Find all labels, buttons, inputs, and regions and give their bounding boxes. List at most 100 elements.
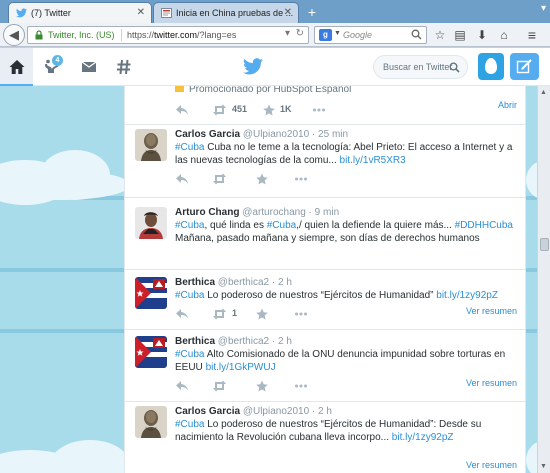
address-bar[interactable]: Twitter, Inc. (US) https://twitter.com/?… xyxy=(27,26,309,44)
site-identity[interactable]: Twitter, Inc. (US) xyxy=(48,30,115,40)
divider xyxy=(121,29,122,41)
url-link[interactable]: bit.ly/1zy92pZ xyxy=(436,290,498,301)
search-engine-dropdown-icon[interactable]: ▼ xyxy=(334,30,341,37)
back-button[interactable]: ◀ xyxy=(3,24,25,46)
retweet-count: 451 xyxy=(232,104,248,114)
avatar[interactable] xyxy=(135,129,167,161)
browser-tab-news[interactable]: Inicia en China pruebas de ... ✕ xyxy=(153,2,299,23)
twitter-bird-logo-icon[interactable] xyxy=(243,58,263,75)
favorite-star-icon[interactable] xyxy=(255,308,269,320)
tweet-timestamp[interactable]: 2 h xyxy=(278,336,292,347)
bookmarks-menu-icon[interactable]: ▤ xyxy=(452,27,468,43)
history-dropdown-icon[interactable]: ▾ xyxy=(285,28,290,39)
more-options-icon[interactable] xyxy=(294,173,308,185)
tweet-author-name[interactable]: Carlos Garcia xyxy=(175,406,240,417)
hashtag-link[interactable]: #DDHHCuba xyxy=(455,220,513,231)
expand-link[interactable]: Abrir xyxy=(498,100,517,110)
reply-icon[interactable] xyxy=(175,308,189,320)
url-link[interactable]: bit.ly/1GkPWUJ xyxy=(206,362,276,373)
hashtag-link[interactable]: #Cuba xyxy=(175,349,204,360)
tweet-timestamp[interactable]: 25 min xyxy=(318,129,348,140)
tweet-author-handle[interactable]: @Ulpiano2010 xyxy=(243,129,309,140)
avatar[interactable] xyxy=(135,207,167,239)
compose-tweet-button[interactable] xyxy=(510,53,539,80)
more-options-icon[interactable] xyxy=(294,308,308,320)
promoted-icon xyxy=(175,86,184,92)
tweet-author-name[interactable]: Arturo Chang xyxy=(175,207,239,218)
favorite-star-icon[interactable] xyxy=(255,173,269,185)
url-text[interactable]: https://twitter.com/?lang=es xyxy=(127,30,236,40)
tweet-author-handle[interactable]: @arturochang xyxy=(242,207,306,218)
tweet[interactable]: Carlos Garcia @Ulpiano2010 · 2 h #Cuba L… xyxy=(125,402,525,473)
tweet[interactable]: Berthica @berthica2 · 2 h #Cuba Alto Com… xyxy=(125,330,525,402)
tweet[interactable]: Berthica @berthica2 · 2 h #Cuba Lo poder… xyxy=(125,270,525,330)
person-avatar-image xyxy=(135,207,167,239)
tweet-author-name[interactable]: Berthica xyxy=(175,277,215,288)
tweet-header: Carlos Garcia @Ulpiano2010 · 2 h xyxy=(175,406,332,417)
scroll-down-arrow-icon[interactable]: ▼ xyxy=(540,463,547,470)
scroll-up-arrow-icon[interactable]: ▲ xyxy=(540,89,547,96)
retweet-icon[interactable] xyxy=(212,308,227,320)
tweet[interactable]: Carlos Garcia @Ulpiano2010 · 25 min #Cub… xyxy=(125,125,525,198)
tweet-timestamp[interactable]: 9 min xyxy=(315,207,339,218)
search-icon[interactable] xyxy=(449,62,460,73)
tweet-dot-separator: · xyxy=(271,336,276,347)
reply-icon[interactable] xyxy=(175,173,189,185)
favorite-star-icon[interactable] xyxy=(262,104,276,116)
hashtag-link[interactable]: #Cuba xyxy=(267,220,296,231)
more-options-icon[interactable] xyxy=(312,104,326,116)
list-all-tabs-icon[interactable]: ▾ xyxy=(541,3,546,14)
close-tab-icon[interactable]: ✕ xyxy=(284,3,292,23)
view-summary-link[interactable]: Ver resumen xyxy=(466,306,517,316)
cloud xyxy=(50,440,130,473)
tweet-timestamp[interactable]: 2 h xyxy=(278,277,292,288)
tweet-author-handle[interactable]: @berthica2 xyxy=(218,336,269,347)
tweet[interactable]: Arturo Chang @arturochang · 9 min #Cuba,… xyxy=(125,198,525,270)
hashtag-link[interactable]: #Cuba xyxy=(175,220,204,231)
tweet-text: #Cuba Alto Comisionado de la ONU denunci… xyxy=(175,348,520,374)
browser-tab-twitter[interactable]: (7) Twitter ✕ xyxy=(8,2,152,23)
tweet-header: Arturo Chang @arturochang · 9 min xyxy=(175,207,339,218)
twitter-search-input[interactable]: Buscar en Twitter xyxy=(373,55,468,79)
hashtag-link[interactable]: #Cuba xyxy=(175,419,204,430)
google-icon[interactable]: g xyxy=(319,29,332,41)
tweet-text: #Cuba Cuba no le teme a la tecnología: A… xyxy=(175,141,520,167)
browser-search-box[interactable]: g ▼ Google xyxy=(314,26,427,44)
menu-icon[interactable]: ≡ xyxy=(524,27,540,43)
tweet-author-handle[interactable]: @Ulpiano2010 xyxy=(243,406,309,417)
retweet-icon[interactable] xyxy=(212,173,227,185)
tweet-author-handle[interactable]: @berthica2 xyxy=(218,277,269,288)
tweet-author-name[interactable]: Carlos Garcia xyxy=(175,129,240,140)
page-scrollbar[interactable]: ▲ ▼ xyxy=(537,86,550,473)
view-summary-link[interactable]: Ver resumen xyxy=(466,460,517,470)
avatar[interactable] xyxy=(135,277,167,309)
more-options-icon[interactable] xyxy=(294,380,308,392)
tweet-timestamp[interactable]: 2 h xyxy=(318,406,332,417)
url-link[interactable]: bit.ly/1vR5XR3 xyxy=(340,155,406,166)
scrollbar-thumb[interactable] xyxy=(540,238,549,251)
reload-icon[interactable]: ↻ xyxy=(296,28,304,39)
view-summary-link[interactable]: Ver resumen xyxy=(466,378,517,388)
retweet-icon[interactable] xyxy=(212,380,227,392)
hashtag-link[interactable]: #Cuba xyxy=(175,290,204,301)
tweet-author-name[interactable]: Berthica xyxy=(175,336,215,347)
avatar[interactable] xyxy=(135,336,167,368)
cuban-flag-avatar-image xyxy=(135,336,167,368)
search-icon[interactable] xyxy=(411,29,422,40)
profile-avatar-button[interactable] xyxy=(478,53,504,80)
avatar[interactable] xyxy=(135,406,167,438)
bookmark-star-icon[interactable]: ☆ xyxy=(432,27,448,43)
nav-home[interactable] xyxy=(0,48,33,86)
promoted-tweet[interactable]: Promocionado por HubSpot Español 451 1K … xyxy=(125,86,525,125)
url-link[interactable]: bit.ly/1zy92pZ xyxy=(392,432,454,443)
downloads-icon[interactable]: ⬇ xyxy=(474,27,490,43)
reply-icon[interactable] xyxy=(175,380,189,392)
notification-count-badge: 4 xyxy=(52,55,63,66)
reply-icon[interactable] xyxy=(175,104,189,116)
home-icon[interactable]: ⌂ xyxy=(496,27,512,43)
retweet-icon[interactable] xyxy=(212,104,227,116)
hashtag-link[interactable]: #Cuba xyxy=(175,142,204,153)
new-tab-button[interactable]: + xyxy=(303,3,321,21)
favorite-star-icon[interactable] xyxy=(255,380,269,392)
close-tab-icon[interactable]: ✕ xyxy=(137,3,145,23)
